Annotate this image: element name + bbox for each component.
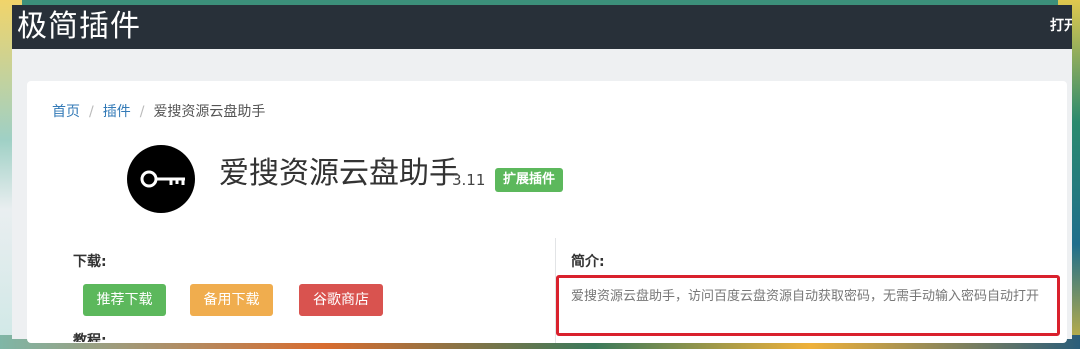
breadcrumb-home[interactable]: 首页 (52, 104, 80, 120)
intro-heading: 简介: (571, 254, 605, 270)
chrome-store-button[interactable]: 谷歌商店 (299, 284, 383, 316)
breadcrumb-current: 爱搜资源云盘助手 (153, 104, 266, 120)
app-logo (127, 145, 195, 213)
version-label: 3.11 (452, 171, 486, 189)
intro-description: 爱搜资源云盘助手，访问百度云盘资源自动获取密码，无需手动输入密码自动打开 (571, 289, 1040, 304)
breadcrumb: 首页 / 插件 / 爱搜资源云盘助手 (52, 101, 265, 121)
download-heading: 下载: (73, 254, 107, 270)
breadcrumb-separator: / (139, 104, 145, 120)
nav-open-link[interactable]: 打开 (1050, 15, 1072, 35)
top-navbar: 极简插件 打开 (12, 5, 1072, 49)
breadcrumb-separator: / (89, 104, 94, 120)
backup-download-button[interactable]: 备用下载 (190, 284, 273, 316)
category-badge[interactable]: 扩展插件 (495, 168, 564, 192)
tutorial-heading: 教程: (73, 333, 107, 342)
breadcrumb-plugins[interactable]: 插件 (103, 104, 131, 120)
key-icon (140, 170, 185, 188)
recommended-download-button[interactable]: 推荐下载 (83, 284, 166, 316)
page-title: 爱搜资源云盘助手 (219, 156, 459, 191)
site-brand[interactable]: 极简插件 (17, 7, 141, 47)
